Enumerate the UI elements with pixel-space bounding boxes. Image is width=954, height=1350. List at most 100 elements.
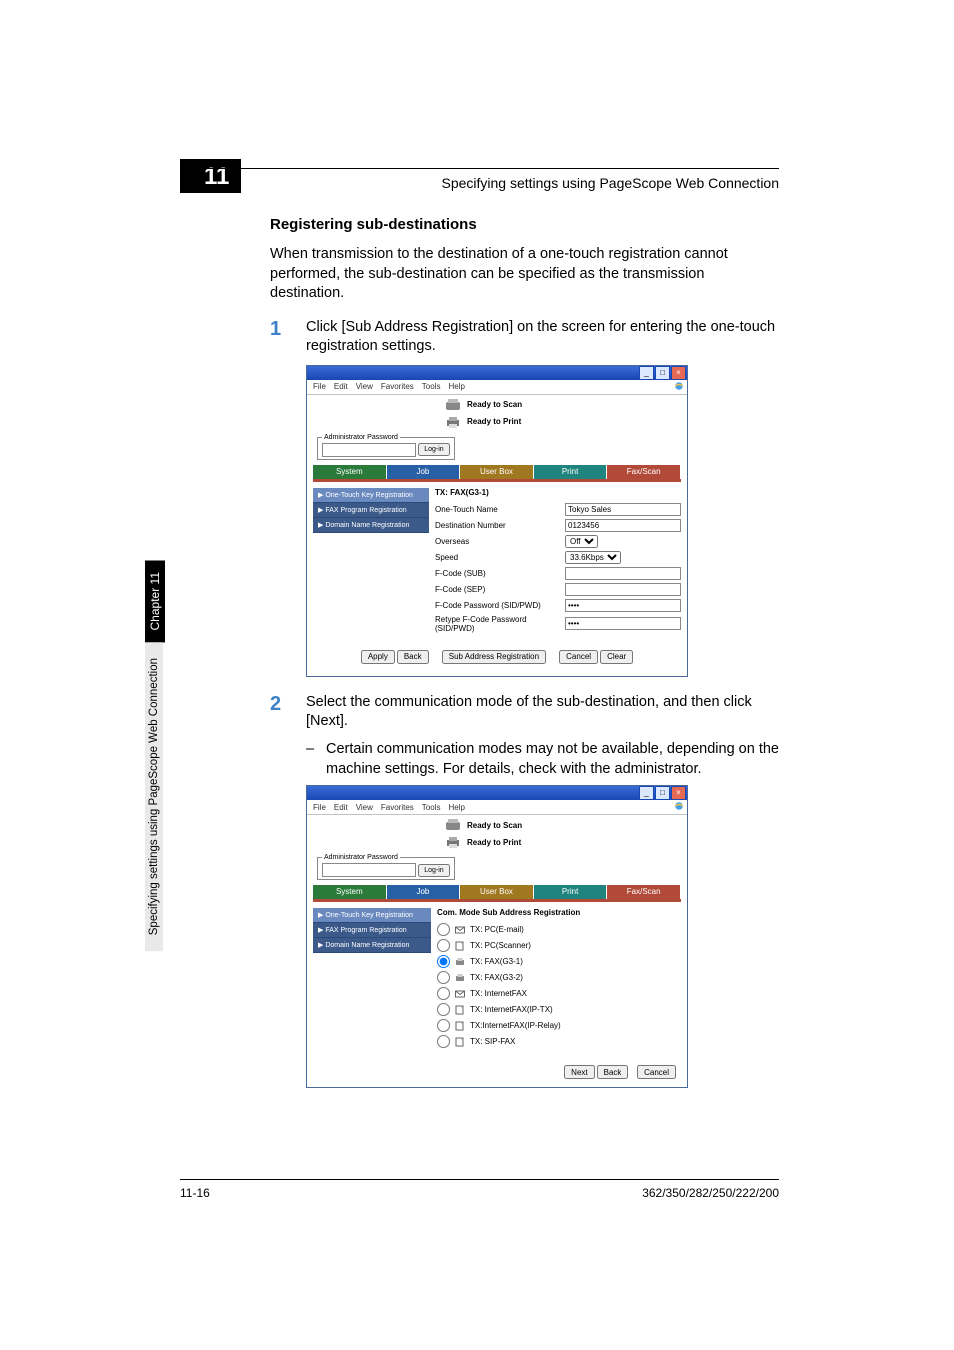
option-label: TX: InternetFAX [470, 989, 527, 998]
field-label: Retype F-Code Password (SID/PWD) [435, 615, 565, 633]
option-label: TX: FAX(G3-2) [470, 973, 523, 982]
back-button[interactable]: Back [597, 1065, 629, 1079]
comm-mode-option[interactable]: TX:InternetFAX(IP-Relay) [437, 1019, 681, 1032]
destination-number-input[interactable] [565, 519, 681, 532]
menu-help[interactable]: Help [448, 382, 464, 391]
titlebar: _ □ × [307, 786, 687, 800]
option-label: TX:InternetFAX(IP-Relay) [470, 1021, 561, 1030]
comm-mode-option[interactable]: TX: PC(E-mail) [437, 923, 681, 936]
tab-faxscan[interactable]: Fax/Scan [607, 885, 681, 899]
radio-input[interactable] [437, 971, 450, 984]
cancel-button[interactable]: Cancel [637, 1065, 676, 1079]
minimize-button[interactable]: _ [639, 366, 654, 380]
step-number: 2 [270, 693, 306, 732]
sub-bullet: – Certain communication modes may not be… [306, 740, 779, 779]
row-fcode-pwd2: Retype F-Code Password (SID/PWD) [435, 615, 681, 633]
login-button[interactable]: Log-in [418, 443, 449, 456]
sub-address-registration-button[interactable]: Sub Address Registration [442, 650, 546, 664]
scanner-icon [445, 818, 461, 832]
close-button[interactable]: × [671, 366, 686, 380]
overseas-select[interactable]: Off [565, 535, 598, 548]
menu-tools[interactable]: Tools [422, 803, 441, 812]
radio-input[interactable] [437, 955, 450, 968]
next-button[interactable]: Next [564, 1065, 594, 1079]
button-row: ApplyBack Sub Address Registration Cance… [307, 650, 687, 664]
menu-favorites[interactable]: Favorites [381, 382, 414, 391]
fcode-password-input[interactable] [565, 599, 681, 612]
menu-edit[interactable]: Edit [334, 803, 348, 812]
menu-view[interactable]: View [356, 803, 373, 812]
comm-mode-option[interactable]: TX: FAX(G3-1) [437, 955, 681, 968]
menu-view[interactable]: View [356, 382, 373, 391]
admin-password-input[interactable] [322, 443, 416, 457]
comm-mode-option[interactable]: TX: SIP-FAX [437, 1035, 681, 1048]
tab-print[interactable]: Print [534, 885, 608, 899]
radio-input[interactable] [437, 1003, 450, 1016]
login-button[interactable]: Log-in [418, 864, 449, 877]
menu-file[interactable]: File [313, 382, 326, 391]
menu-edit[interactable]: Edit [334, 382, 348, 391]
sidebar-item-label: One-Touch Key Registration [325, 912, 413, 919]
tab-system[interactable]: System [313, 465, 387, 479]
radio-input[interactable] [437, 987, 450, 1000]
tab-userbox[interactable]: User Box [460, 885, 534, 899]
window-body: ▶ One-Touch Key Registration ▶ FAX Progr… [307, 482, 687, 642]
status-print-label: Ready to Print [467, 838, 521, 847]
onetouch-name-input[interactable] [565, 503, 681, 516]
minimize-button[interactable]: _ [639, 786, 654, 800]
menu-help[interactable]: Help [448, 803, 464, 812]
fcode-sep-input[interactable] [565, 583, 681, 596]
sidebar-item-label: Domain Name Registration [325, 522, 409, 529]
tab-userbox[interactable]: User Box [460, 465, 534, 479]
menu-file[interactable]: File [313, 803, 326, 812]
tab-job[interactable]: Job [387, 465, 461, 479]
step-1: 1 Click [Sub Address Registration] on th… [270, 318, 779, 357]
sidebar-item-label: Domain Name Registration [325, 942, 409, 949]
apply-button[interactable]: Apply [361, 650, 395, 664]
menu-favorites[interactable]: Favorites [381, 803, 414, 812]
running-header: Specifying settings using PageScope Web … [441, 175, 779, 191]
sidebar-item-onetouch[interactable]: ▶ One-Touch Key Registration [313, 908, 431, 923]
option-label: TX: PC(E-mail) [470, 925, 524, 934]
field-label: Destination Number [435, 521, 565, 530]
admin-legend: Administrator Password [322, 854, 400, 861]
cancel-button[interactable]: Cancel [559, 650, 598, 664]
maximize-button[interactable]: □ [655, 786, 670, 800]
radio-input[interactable] [437, 939, 450, 952]
menubar: File Edit View Favorites Tools Help [307, 800, 687, 815]
sidebar: ▶ One-Touch Key Registration ▶ FAX Progr… [313, 488, 429, 636]
radio-input[interactable] [437, 1019, 450, 1032]
radio-input[interactable] [437, 1035, 450, 1048]
sidebar-item-domainname[interactable]: ▶ Domain Name Registration [313, 518, 429, 533]
close-button[interactable]: × [671, 786, 686, 800]
sidebar-item-faxprogram[interactable]: ▶ FAX Program Registration [313, 923, 431, 938]
tab-print[interactable]: Print [534, 465, 608, 479]
clear-button[interactable]: Clear [600, 650, 633, 664]
comm-mode-option[interactable]: TX: InternetFAX [437, 987, 681, 1000]
sidebar-item-domainname[interactable]: ▶ Domain Name Registration [313, 938, 431, 953]
option-label: TX: InternetFAX(IP-TX) [470, 1005, 553, 1014]
speed-select[interactable]: 33.6Kbps [565, 551, 621, 564]
field-label: F-Code (SEP) [435, 585, 565, 594]
fcode-sub-input[interactable] [565, 567, 681, 580]
fcode-password-retype-input[interactable] [565, 617, 681, 630]
status-area: Ready to Scan Ready to Print [307, 815, 687, 852]
admin-login-row: Administrator Password Log-in [307, 432, 687, 465]
comm-mode-option[interactable]: TX: PC(Scanner) [437, 939, 681, 952]
sidebar-item-onetouch[interactable]: ▶ One-Touch Key Registration [313, 488, 429, 503]
comm-mode-option[interactable]: TX: FAX(G3-2) [437, 971, 681, 984]
titlebar: _ □ × [307, 366, 687, 380]
header-rule [180, 168, 779, 169]
comm-mode-option[interactable]: TX: InternetFAX(IP-TX) [437, 1003, 681, 1016]
row-fcode-sub: F-Code (SUB) [435, 567, 681, 580]
menu-tools[interactable]: Tools [422, 382, 441, 391]
tab-faxscan[interactable]: Fax/Scan [607, 465, 681, 479]
maximize-button[interactable]: □ [655, 366, 670, 380]
tab-system[interactable]: System [313, 885, 387, 899]
sidebar-item-faxprogram[interactable]: ▶ FAX Program Registration [313, 503, 429, 518]
radio-input[interactable] [437, 923, 450, 936]
tab-job[interactable]: Job [387, 885, 461, 899]
admin-password-input[interactable] [322, 863, 416, 877]
back-button[interactable]: Back [397, 650, 429, 664]
form-heading: Com. Mode Sub Address Registration [437, 908, 681, 917]
